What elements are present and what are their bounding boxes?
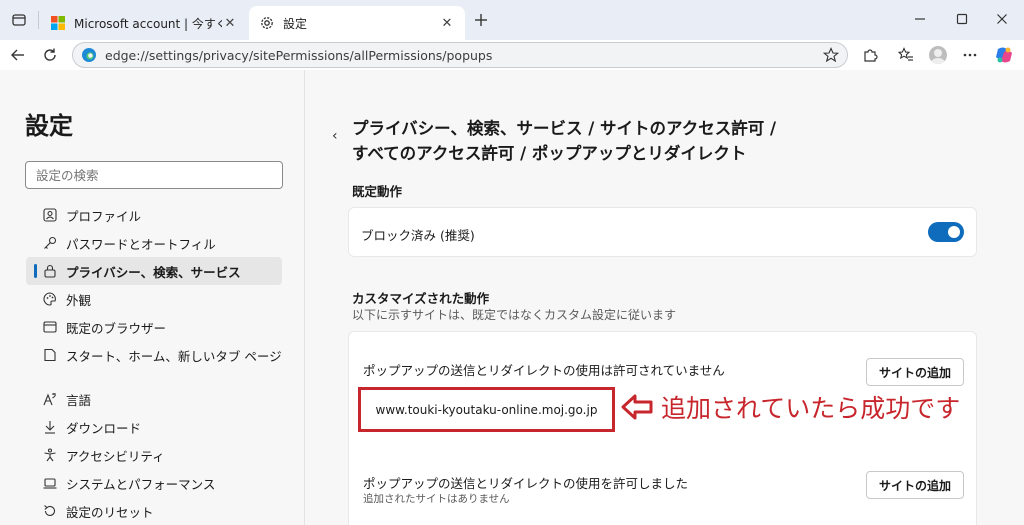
browser-toolbar: edge://settings/privacy/sitePermissions/… xyxy=(0,40,1024,70)
profile-button[interactable] xyxy=(926,43,950,67)
settings-sidebar: 設定 プロファイル パスワードとオートフィル プライバシー、検索、サービス 外観… xyxy=(0,70,305,525)
maximize-button[interactable] xyxy=(950,8,974,30)
breadcrumb: プライバシー、検索、サービス / サイトのアクセス許可 / すべてのアクセス許可… xyxy=(352,116,832,166)
close-tab-icon[interactable]: ✕ xyxy=(439,15,455,31)
avatar xyxy=(929,46,947,64)
laptop-icon xyxy=(42,475,58,491)
favorite-star-icon[interactable] xyxy=(823,47,839,63)
tab-title: 設定 xyxy=(283,16,308,31)
blocked-site-entry[interactable]: www.touki-kyoutaku-online.moj.go.jp xyxy=(358,387,615,432)
sidebar-item-label: アクセシビリティ xyxy=(66,448,165,464)
tab-divider xyxy=(38,11,39,29)
refresh-icon xyxy=(44,48,56,61)
accessibility-icon xyxy=(42,447,58,463)
lock-icon xyxy=(42,263,58,279)
sidebar-item-profile[interactable]: プロファイル xyxy=(26,201,282,229)
maximize-icon xyxy=(956,13,968,25)
sidebar-item-label: パスワードとオートフィル xyxy=(66,236,216,252)
arrow-left-icon xyxy=(11,49,24,61)
more-dots-icon xyxy=(963,53,977,57)
sidebar-item-languages[interactable]: 言語 xyxy=(26,385,282,413)
allow-list-label: ポップアップの送信とリダイレクトの使用を許可しました xyxy=(363,476,689,491)
back-button[interactable] xyxy=(6,43,30,67)
tab-strip: Microsoft account | 今すぐサインイン ✕ 設定 ✕ xyxy=(0,0,1024,40)
breadcrumb-line-1: プライバシー、検索、サービス / サイトのアクセス許可 / xyxy=(352,119,776,138)
gear-icon xyxy=(261,17,273,29)
settings-content: ‹ プライバシー、検索、サービス / サイトのアクセス許可 / すべてのアクセス… xyxy=(306,70,1024,525)
close-window-button[interactable] xyxy=(990,8,1014,30)
sidebar-item-start-home[interactable]: スタート、ホーム、新しいタブ ページ xyxy=(26,341,282,369)
copilot-icon xyxy=(996,47,1012,63)
default-behavior-card: ブロック済み (推奨) xyxy=(348,207,977,257)
minimize-icon xyxy=(915,18,925,20)
puzzle-icon xyxy=(864,49,878,62)
copilot-button[interactable] xyxy=(992,43,1016,67)
home-page-icon xyxy=(42,347,58,363)
sidebar-item-system[interactable]: システムとパフォーマンス xyxy=(26,469,282,497)
microsoft-logo-icon xyxy=(51,16,65,30)
minimize-button[interactable] xyxy=(908,8,932,30)
extensions-button[interactable] xyxy=(858,43,882,67)
sidebar-item-label: 設定のリセット xyxy=(66,504,154,520)
default-behavior-label: ブロック済み (推奨) xyxy=(361,228,475,243)
add-allowed-site-button[interactable]: サイトの追加 xyxy=(866,471,964,499)
sidebar-item-default-browser[interactable]: 既定のブラウザー xyxy=(26,313,282,341)
sidebar-item-label: プロファイル xyxy=(66,208,142,224)
profile-icon xyxy=(42,207,58,223)
annotation-message: 追加されていたら成功です xyxy=(661,394,961,423)
favorites-list-icon xyxy=(898,47,913,61)
sidebar-item-label: ダウンロード xyxy=(66,420,142,436)
custom-section-subtitle: 以下に示すサイトは、既定ではなくカスタム設定に従います xyxy=(352,308,677,322)
tab-settings[interactable]: 設定 ✕ xyxy=(249,6,465,40)
settings-search-input[interactable] xyxy=(25,161,283,189)
edge-logo-icon xyxy=(82,48,96,62)
sidebar-item-label: システムとパフォーマンス xyxy=(66,476,216,492)
address-url: edge://settings/privacy/sitePermissions/… xyxy=(105,47,493,63)
refresh-button[interactable] xyxy=(38,43,62,67)
settings-page: 設定 プロファイル パスワードとオートフィル プライバシー、検索、サービス 外観… xyxy=(0,70,1024,525)
allow-list-empty-text: 追加されたサイトはありません xyxy=(363,493,510,505)
sidebar-item-appearance[interactable]: 外観 xyxy=(26,285,282,313)
tab-actions-button[interactable] xyxy=(8,9,30,31)
annotation: 追加されていたら成功です xyxy=(621,389,960,425)
back-chevron-icon[interactable]: ‹ xyxy=(332,128,338,144)
download-icon xyxy=(42,419,58,435)
sidebar-item-label: 言語 xyxy=(66,392,92,408)
toggle-knob xyxy=(948,226,960,238)
favorites-button[interactable] xyxy=(894,43,918,67)
sidebar-item-accessibility[interactable]: アクセシビリティ xyxy=(26,441,282,469)
tab-actions-icon xyxy=(12,14,26,26)
sidebar-item-privacy[interactable]: プライバシー、検索、サービス xyxy=(26,257,282,285)
sidebar-item-reset[interactable]: 設定のリセット xyxy=(26,497,282,525)
address-bar[interactable]: edge://settings/privacy/sitePermissions/… xyxy=(72,42,848,68)
add-blocked-site-button[interactable]: サイトの追加 xyxy=(866,358,964,386)
tab-microsoft-account[interactable]: Microsoft account | 今すぐサインイン ✕ xyxy=(40,6,248,40)
default-section-title: 既定動作 xyxy=(352,184,403,199)
block-list-label: ポップアップの送信とリダイレクトの使用は許可されていません xyxy=(363,363,725,378)
blocked-site-url: www.touki-kyoutaku-online.moj.go.jp xyxy=(375,402,598,417)
language-icon xyxy=(42,391,58,407)
new-tab-button[interactable] xyxy=(470,9,492,31)
breadcrumb-line-2: すべてのアクセス許可 / ポップアップとリダイレクト xyxy=(352,144,747,163)
tab-title: Microsoft account | 今すぐサインイン xyxy=(74,16,222,31)
key-icon xyxy=(42,235,58,251)
arrow-left-outline-icon xyxy=(621,394,653,420)
browser-window-icon xyxy=(42,319,58,335)
block-popups-toggle[interactable] xyxy=(928,222,964,242)
plus-icon xyxy=(475,14,487,26)
sidebar-item-passwords[interactable]: パスワードとオートフィル xyxy=(26,229,282,257)
reset-icon xyxy=(42,503,58,519)
custom-section-title: カスタマイズされた動作 xyxy=(352,291,490,306)
sidebar-item-label: プライバシー、検索、サービス xyxy=(66,264,241,280)
sidebar-item-label: 外観 xyxy=(66,292,92,308)
page-title: 設定 xyxy=(25,112,73,140)
close-tab-icon[interactable]: ✕ xyxy=(222,15,238,31)
close-icon xyxy=(997,14,1007,24)
sidebar-item-downloads[interactable]: ダウンロード xyxy=(26,413,282,441)
sidebar-item-label: スタート、ホーム、新しいタブ ページ xyxy=(66,348,282,364)
more-menu-button[interactable] xyxy=(958,43,982,67)
palette-icon xyxy=(42,291,58,307)
sidebar-item-label: 既定のブラウザー xyxy=(66,320,167,336)
